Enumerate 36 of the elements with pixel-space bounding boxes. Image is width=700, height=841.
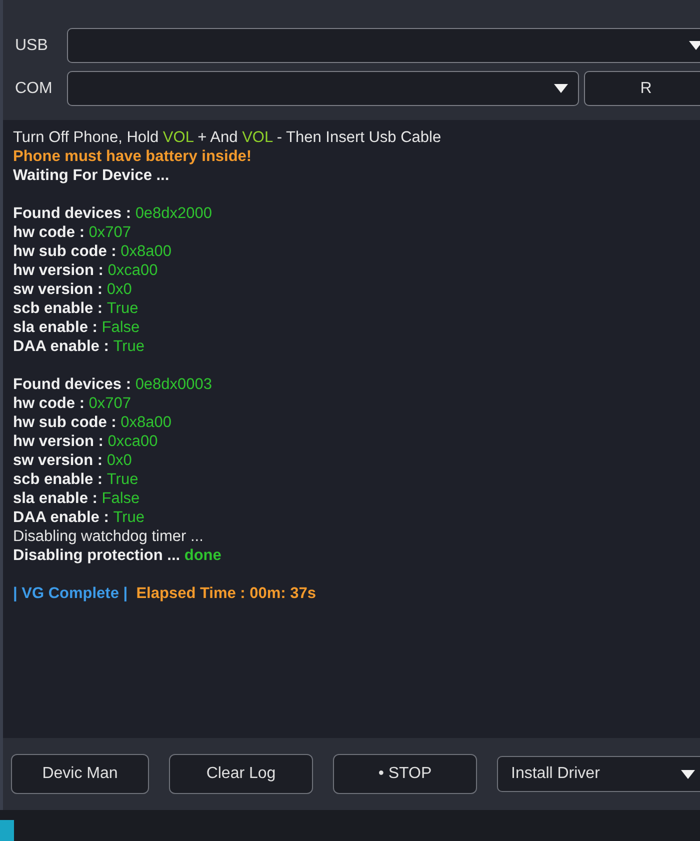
log-line: scb enable : True <box>13 470 140 489</box>
com-label: COM <box>15 78 54 98</box>
log-line: Phone must have battery inside! <box>13 147 253 166</box>
usb-label: USB <box>15 36 49 56</box>
log-line: hw code : 0x707 <box>13 394 132 413</box>
log-line: hw sub code : 0x8a00 <box>13 242 173 261</box>
log-line: hw code : 0x707 <box>13 223 132 242</box>
log-line: DAA enable : True <box>13 508 146 527</box>
log-line: Disabling watchdog timer ... <box>13 527 204 546</box>
dropdown-value: Install Driver <box>511 764 600 784</box>
log-line: DAA enable : True <box>13 337 146 356</box>
log-line: Found devices : 0e8dx2000 <box>13 204 214 223</box>
log-line: sw version : 0x0 <box>13 451 133 470</box>
usb-dropdown[interactable] <box>67 28 700 63</box>
log-line: Disabling protection ... done <box>13 546 222 565</box>
dropdown-caret-icon <box>689 41 700 50</box>
indicator-block <box>0 820 14 841</box>
dropdown-caret-icon <box>681 770 695 778</box>
log-line: sw version : 0x0 <box>13 280 133 299</box>
log-line: scb enable : True <box>13 299 140 318</box>
com-dropdown[interactable] <box>67 71 579 106</box>
log-line: hw version : 0xca00 <box>13 261 159 280</box>
log-line: | VG Complete | Elapsed Time : 00m: 37s <box>13 584 317 603</box>
log-line: sla enable : False <box>13 318 141 337</box>
log-line: Found devices : 0e8dx0003 <box>13 375 214 394</box>
action-button[interactable]: • STOP <box>333 754 477 794</box>
refresh-button[interactable]: R <box>584 71 700 106</box>
log-line: Waiting For Device ... <box>13 166 170 185</box>
action-button[interactable]: Clear Log <box>169 754 313 794</box>
log-line: sla enable : False <box>13 489 141 508</box>
log-line: hw sub code : 0x8a00 <box>13 413 173 432</box>
dropdown-caret-icon <box>554 84 568 93</box>
log-line: Turn Off Phone, Hold VOL + And VOL - Then Insert Usb Cable <box>13 128 442 147</box>
log-line: hw version : 0xca00 <box>13 432 159 451</box>
driver-dropdown[interactable]: Install Driver <box>497 756 700 792</box>
action-button[interactable]: Devic Man <box>11 754 149 794</box>
